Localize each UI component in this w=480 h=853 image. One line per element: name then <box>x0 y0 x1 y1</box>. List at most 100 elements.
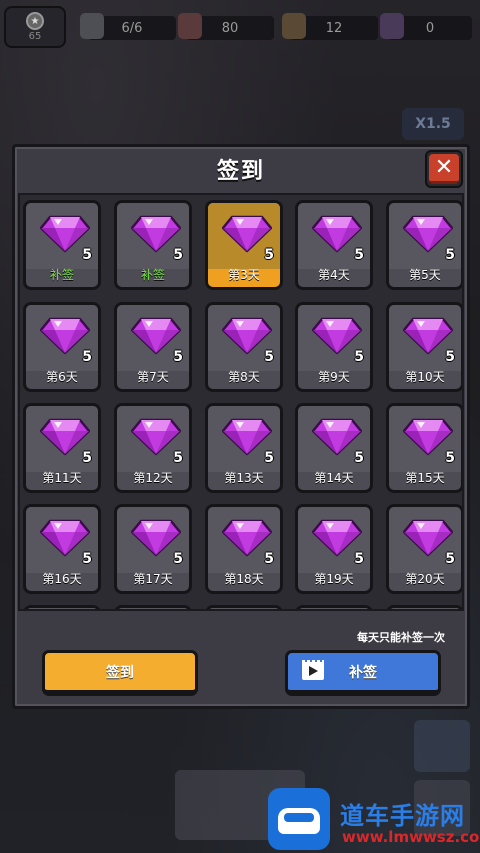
makeup-button-label: 补签 <box>349 664 377 681</box>
day-card[interactable]: 5 第20天 <box>386 504 462 594</box>
day-card[interactable]: 5 补签 <box>114 200 192 290</box>
day-card[interactable]: 5 第10天 <box>386 302 462 392</box>
energy-counter[interactable]: 6/6 <box>80 13 176 40</box>
reward-amount: 5 <box>173 349 183 365</box>
day-label: 第5天 <box>409 268 441 282</box>
watermark-logo <box>268 788 330 850</box>
energy-value: 6/6 <box>121 20 143 36</box>
day-card[interactable]: 5 第5天 <box>386 200 462 290</box>
day-label: 第3天 <box>228 268 260 282</box>
reward-amount: 5 <box>354 349 364 365</box>
day-card[interactable]: 5 第8天 <box>205 302 283 392</box>
top-hud: ★ 65 6/6 80 12 0 <box>0 6 480 48</box>
speed-multiplier[interactable]: X1.5 <box>402 108 464 140</box>
reward-amount: 5 <box>173 247 183 263</box>
day-label: 第16天 <box>42 572 82 586</box>
day-label: 补签 <box>49 268 74 282</box>
cash-value: 12 <box>325 20 343 36</box>
meat-value: 80 <box>221 20 239 36</box>
day-card-partial[interactable] <box>295 605 373 609</box>
reward-amount: 5 <box>264 450 274 466</box>
day-label: 第11天 <box>42 471 82 485</box>
day-card[interactable]: 5 第16天 <box>23 504 101 594</box>
day-card-partial[interactable] <box>386 605 462 609</box>
day-label: 第20天 <box>405 572 445 586</box>
day-label: 第4天 <box>318 268 350 282</box>
reward-amount: 5 <box>173 450 183 466</box>
gem-value: 0 <box>425 20 435 36</box>
day-card[interactable]: 5 第6天 <box>23 302 101 392</box>
cash-icon <box>282 13 306 39</box>
checkin-panel: 签到 ✕ 5 补签 5 补签 5 第3天 5 第4天 5 第5天 5 第6天 5… <box>12 144 470 709</box>
day-label: 第9天 <box>318 370 350 384</box>
day-card-face <box>26 608 98 609</box>
day-card[interactable]: 5 第13天 <box>205 403 283 493</box>
day-label: 第8天 <box>228 370 260 384</box>
day-card[interactable]: 5 第14天 <box>295 403 373 493</box>
day-label: 第10天 <box>405 370 445 384</box>
star-icon: ★ <box>26 12 44 30</box>
day-card[interactable]: 5 第17天 <box>114 504 192 594</box>
side-card-icon <box>414 720 470 772</box>
day-card[interactable]: 5 第19天 <box>295 504 373 594</box>
day-card-partial[interactable] <box>23 605 101 609</box>
day-card-face <box>389 608 461 609</box>
panel-title: 签到 <box>216 159 265 184</box>
day-label: 第19天 <box>314 572 354 586</box>
reward-amount: 5 <box>354 551 364 567</box>
day-card[interactable]: 5 补签 <box>23 200 101 290</box>
day-card[interactable]: 5 第11天 <box>23 403 101 493</box>
reward-amount: 5 <box>354 247 364 263</box>
day-label: 第7天 <box>137 370 169 384</box>
player-level: 65 <box>28 31 42 42</box>
day-label: 第14天 <box>314 471 354 485</box>
reward-amount: 5 <box>354 450 364 466</box>
checkin-button-label: 签到 <box>106 664 134 681</box>
day-card-partial[interactable] <box>114 605 192 609</box>
day-label: 第17天 <box>133 572 173 586</box>
day-grid[interactable]: 5 补签 5 补签 5 第3天 5 第4天 5 第5天 5 第6天 5 第7天 … <box>18 193 464 611</box>
day-label: 第12天 <box>133 471 173 485</box>
close-icon: ✕ <box>429 154 459 184</box>
checkin-button[interactable]: 签到 <box>42 650 198 696</box>
energy-icon <box>80 13 104 39</box>
cash-counter[interactable]: 12 <box>282 13 378 40</box>
day-card-face <box>208 608 280 609</box>
day-card[interactable]: 5 第18天 <box>205 504 283 594</box>
day-card[interactable]: 5 第3天 <box>205 200 283 290</box>
day-label: 第15天 <box>405 471 445 485</box>
reward-amount: 5 <box>82 450 92 466</box>
reward-amount: 5 <box>82 247 92 263</box>
reward-amount: 5 <box>445 247 455 263</box>
day-label: 第18天 <box>224 572 264 586</box>
reward-amount: 5 <box>445 450 455 466</box>
gem-counter[interactable]: 0 <box>380 13 472 40</box>
meat-icon <box>178 13 202 39</box>
day-card[interactable]: 5 第12天 <box>114 403 192 493</box>
day-card[interactable]: 5 第7天 <box>114 302 192 392</box>
reward-amount: 5 <box>264 551 274 567</box>
reward-amount: 5 <box>264 247 274 263</box>
reward-amount: 5 <box>82 551 92 567</box>
watermark-url: www.lmwwsz.com <box>342 828 480 846</box>
day-label: 补签 <box>140 268 165 282</box>
day-card[interactable]: 5 第9天 <box>295 302 373 392</box>
meat-counter[interactable]: 80 <box>178 13 274 40</box>
reward-amount: 5 <box>264 349 274 365</box>
day-card-face <box>117 608 189 609</box>
day-card-partial[interactable] <box>205 605 283 609</box>
close-button[interactable]: ✕ <box>425 150 463 188</box>
reward-amount: 5 <box>82 349 92 365</box>
player-level-badge[interactable]: ★ 65 <box>4 6 66 48</box>
gem-plus-icon <box>380 13 404 39</box>
watermark-title: 道车手游网 <box>340 802 465 830</box>
makeup-button[interactable]: 补签 <box>285 650 441 696</box>
day-card[interactable]: 5 第4天 <box>295 200 373 290</box>
day-label: 第13天 <box>224 471 264 485</box>
reward-amount: 5 <box>445 349 455 365</box>
video-ad-icon <box>302 660 324 680</box>
reward-amount: 5 <box>173 551 183 567</box>
panel-header: 签到 ✕ <box>15 147 467 191</box>
makeup-note: 每天只能补签一次 <box>357 631 445 644</box>
day-card[interactable]: 5 第15天 <box>386 403 462 493</box>
